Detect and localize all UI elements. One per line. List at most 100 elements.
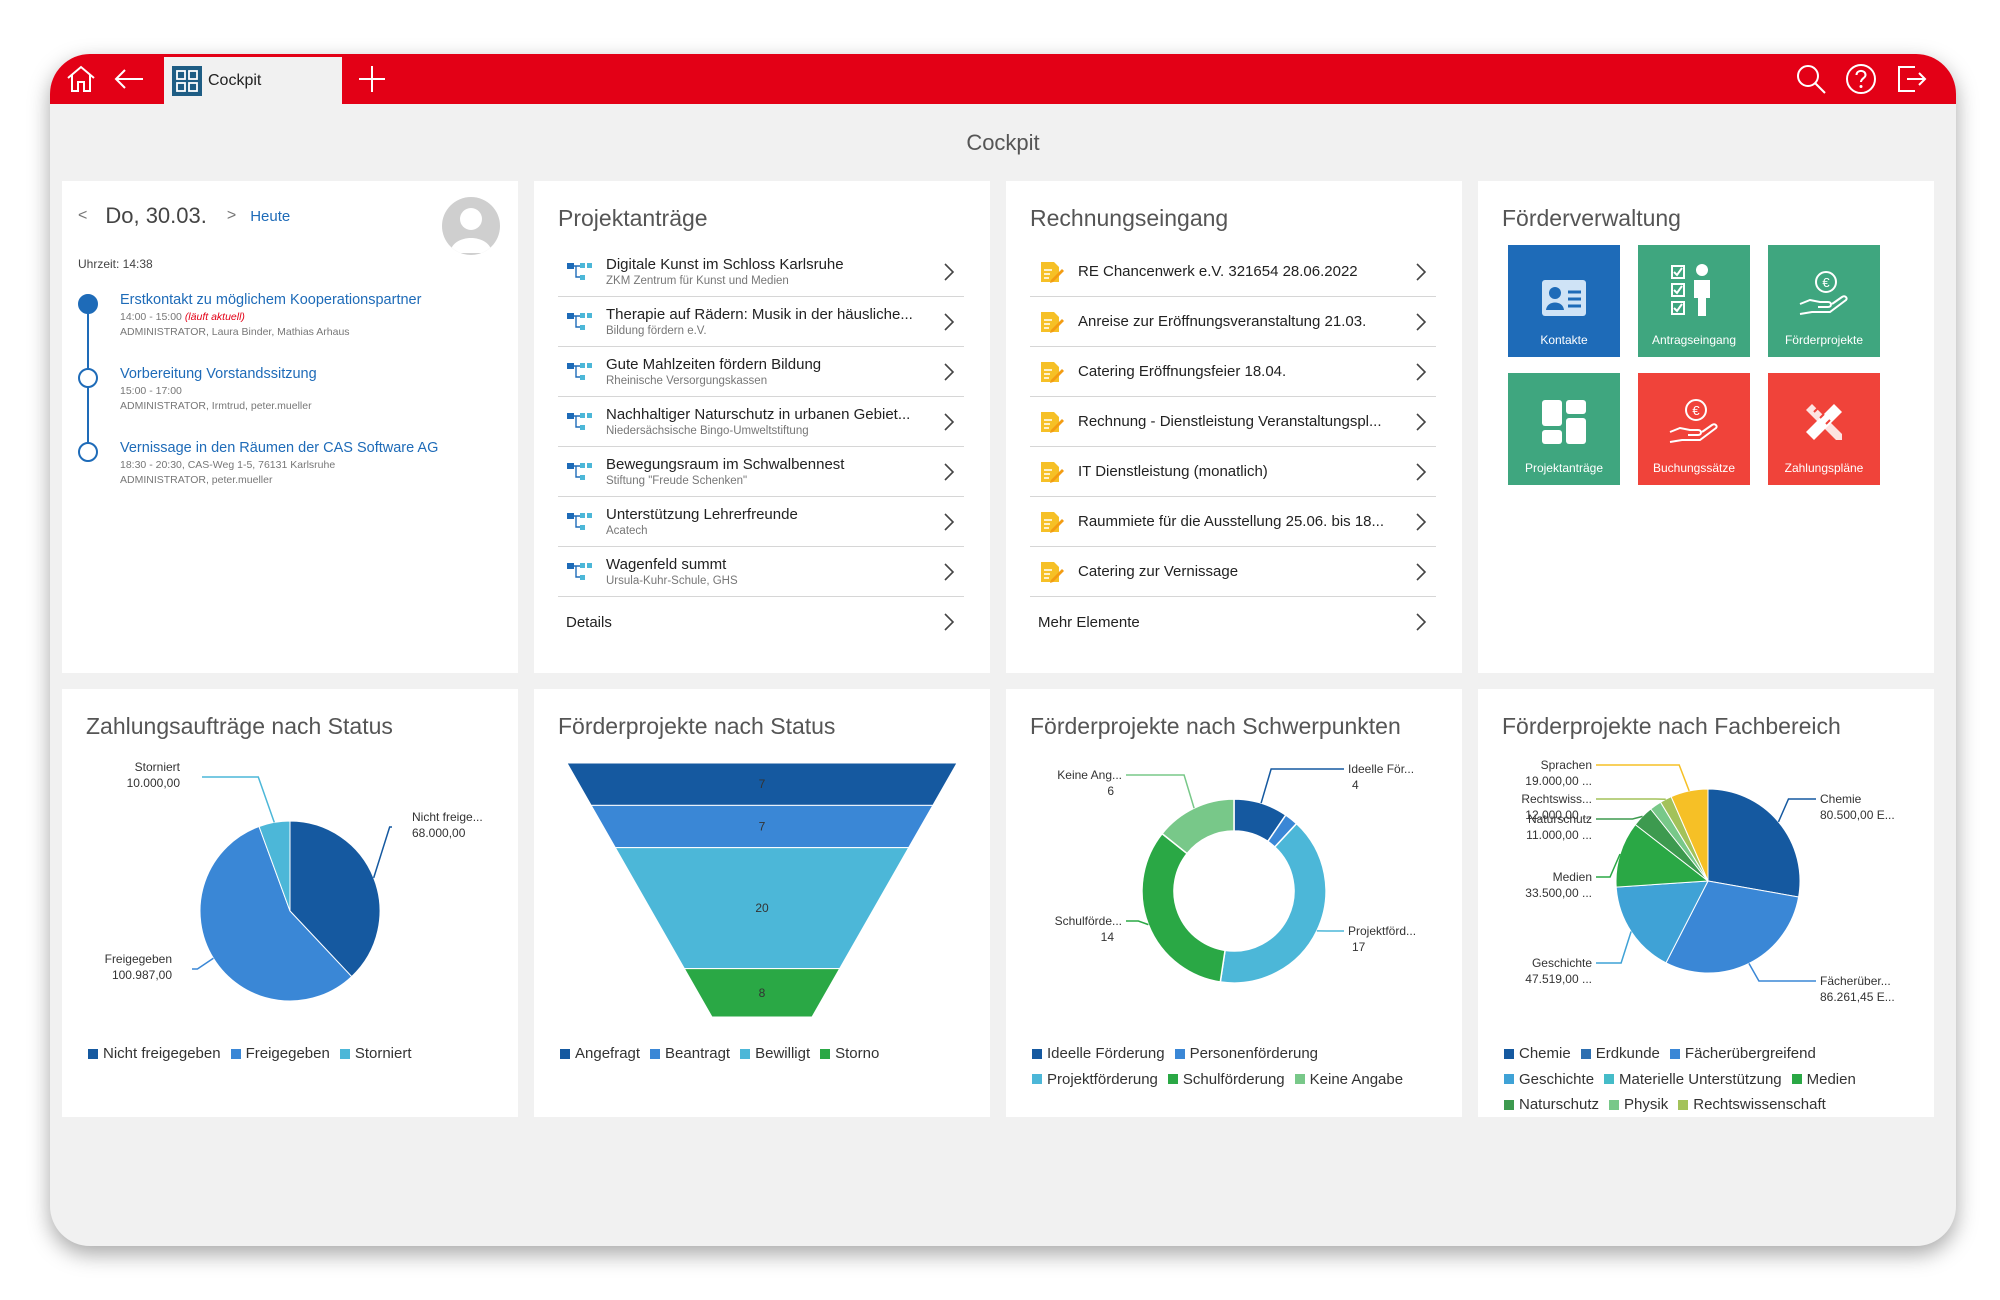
list-item[interactable]: Anreise zur Eröffnungsveranstaltung 21.0… [1030,297,1436,347]
list-item[interactable]: Gute Mahlzeiten fördern Bildung Rheinisch… [558,347,964,397]
legend-label: Freigegeben [245,1045,330,1062]
invoice-icon [1041,411,1064,433]
item-subtitle: Stiftung "Freude Schenken" [606,475,748,487]
legend-label: Erdkunde [1595,1045,1660,1062]
slice-label: Nicht freige... [412,810,483,824]
list-item[interactable]: Unterstützung Lehrerfreunde Acatech [558,497,964,547]
legend-item[interactable]: Storno [820,1041,879,1066]
slice-value: 80.500,00 E... [1820,808,1895,822]
legend-label: Keine Angabe [1309,1070,1404,1088]
list-item[interactable]: Nachhaltiger Naturschutz in urbanen Gebi… [558,397,964,447]
list-item[interactable]: Wagenfeld summt Ursula-Kuhr-Schule, GHS [558,547,964,597]
list-item[interactable]: IT Dienstleistung (monatlich) [1030,447,1436,497]
foerderverwaltung-card: Förderverwaltung Kontakte Antragseingang €… [1478,181,1934,673]
event-dot [78,368,98,388]
legend-item[interactable]: Geschichte [1504,1067,1594,1092]
list-item[interactable]: Rechnung - Dienstleistung Veranstaltungs… [1030,397,1436,447]
tile-antragseingang[interactable]: Antragseingang [1638,245,1750,357]
projektantraege-list: Digitale Kunst im Schloss Karlsruhe ZKM Z… [558,247,964,647]
chevron-right-icon [944,562,955,581]
legend-item[interactable]: Nicht freigegeben [88,1041,221,1066]
legend-item[interactable]: Schulförderung [1167,1067,1285,1092]
logout-icon[interactable] [1894,62,1928,96]
legend-item[interactable]: Keine Angabe [1294,1067,1404,1092]
legend-swatch [1167,1074,1178,1084]
plus-icon[interactable] [355,62,389,96]
item-title: IT Dienstleistung (monatlich) [1078,463,1268,480]
legend-item[interactable]: Beantragt [650,1041,730,1066]
slice-label: Projektförd... [1348,924,1416,938]
project-icon [567,262,592,280]
event-title[interactable]: Vorbereitung Vorstandssitzung [120,366,500,382]
card-title: Rechnungseingang [1030,205,1229,231]
slice-value: 68.000,00 [412,826,466,840]
legend-item[interactable]: Storniert [339,1041,412,1066]
donut-chart-schwerpunkte: Ideelle För... 4 Projektförd... 17 Schulförd… [1055,762,1416,984]
legend-item[interactable]: Physik [1609,1092,1668,1117]
legend-item[interactable]: Chemie [1504,1041,1571,1066]
legend-label: Ideelle Förderung [1047,1045,1165,1062]
list-item[interactable]: Bewegungsraum im Schwalbennest Stiftung "… [558,447,964,497]
event-title[interactable]: Vernissage in den Räumen der CAS Softwar… [120,440,500,456]
leader-line [372,826,392,879]
item-title: Raummiete für die Ausstellung 25.06. bis… [1078,513,1385,530]
event-title[interactable]: Erstkontakt zu möglichem Kooperationspar… [120,292,500,308]
calendar-card: < Do, 30.03. > Heute Uhrzeit: 14:38 Erst… [62,181,518,673]
legend-swatch [1678,1099,1689,1110]
legend-item[interactable]: Angefragt [560,1041,640,1066]
legend-item[interactable]: Rechtswissenschaft [1678,1092,1826,1117]
list-item[interactable]: Digitale Kunst im Schloss Karlsruhe ZKM Z… [558,247,964,297]
help-icon[interactable] [1844,62,1878,96]
legend-item[interactable]: Fächerübergreifend [1669,1041,1816,1066]
item-title: RE Chancenwerk e.V. 321654 28.06.2022 [1078,263,1358,280]
next-day-button[interactable]: > [227,207,236,225]
item-title: Digitale Kunst im Schloss Karlsruhe [606,256,844,273]
home-icon[interactable] [64,62,98,96]
legend-label: Beantragt [665,1045,731,1062]
avatar[interactable] [442,197,500,255]
tile-zahlungspläne[interactable]: Zahlungspläne [1768,373,1880,485]
tile-buchungssätze[interactable]: € Buchungssätze [1638,373,1750,485]
tile-förderprojekte[interactable]: € Förderprojekte [1768,245,1880,357]
legend-item[interactable]: Freigegeben [230,1041,330,1066]
legend-label: Fächerübergreifend [1684,1045,1816,1062]
legend-swatch [230,1048,241,1059]
today-button[interactable]: Heute [250,208,290,225]
donut-slice[interactable] [1141,832,1226,983]
leader-line [192,957,214,970]
legend-swatch [1669,1048,1680,1059]
legend-item[interactable]: Personenförderung [1174,1041,1318,1066]
legend-label: Chemie [1519,1045,1571,1062]
details-link[interactable]: Details [558,597,964,647]
legend-label: Naturschutz [1519,1096,1600,1113]
list-item[interactable]: Raummiete für die Ausstellung 25.06. bis… [1030,497,1436,547]
tile-projektanträge[interactable]: Projektanträge [1508,373,1620,485]
legend-swatch [1604,1074,1615,1084]
item-title: Nachhaltiger Naturschutz in urbanen Gebi… [606,406,911,423]
leader-line [202,776,275,823]
legend-item[interactable]: Naturschutz [1504,1092,1599,1117]
legend-item[interactable]: Medien [1791,1067,1856,1092]
list-item[interactable]: Catering zur Vernissage [1030,547,1436,597]
more-elements-link[interactable]: Mehr Elemente [1030,597,1436,647]
leader-line [1126,774,1195,809]
list-item[interactable]: Catering Eröffnungsfeier 18.04. [1030,347,1436,397]
list-item[interactable]: Therapie auf Rädern: Musik in der häusli… [558,297,964,347]
event-participants: ADMINISTRATOR, Laura Binder, Mathias Arh… [120,326,350,338]
tab-cockpit[interactable]: Cockpit [164,57,342,104]
legend-item[interactable]: Projektförderung [1032,1067,1158,1092]
list-item[interactable]: RE Chancenwerk e.V. 321654 28.06.2022 [1030,247,1436,297]
prev-day-button[interactable]: < [78,207,87,225]
slice-label: Sprachen [1541,758,1592,772]
donut-slice[interactable] [1219,822,1327,984]
legend-item[interactable]: Erdkunde [1580,1041,1660,1066]
details-label: Details [566,613,612,631]
legend-item[interactable]: Bewilligt [740,1041,810,1066]
back-arrow-icon[interactable] [112,62,146,96]
tile-kontakte[interactable]: Kontakte [1508,245,1620,357]
legend-item[interactable]: Ideelle Förderung [1032,1041,1165,1066]
search-icon[interactable] [1794,62,1828,96]
slice-label: Freigegeben [105,952,172,966]
chevron-right-icon [944,613,955,631]
legend-item[interactable]: Materielle Unterstützung [1604,1067,1782,1092]
